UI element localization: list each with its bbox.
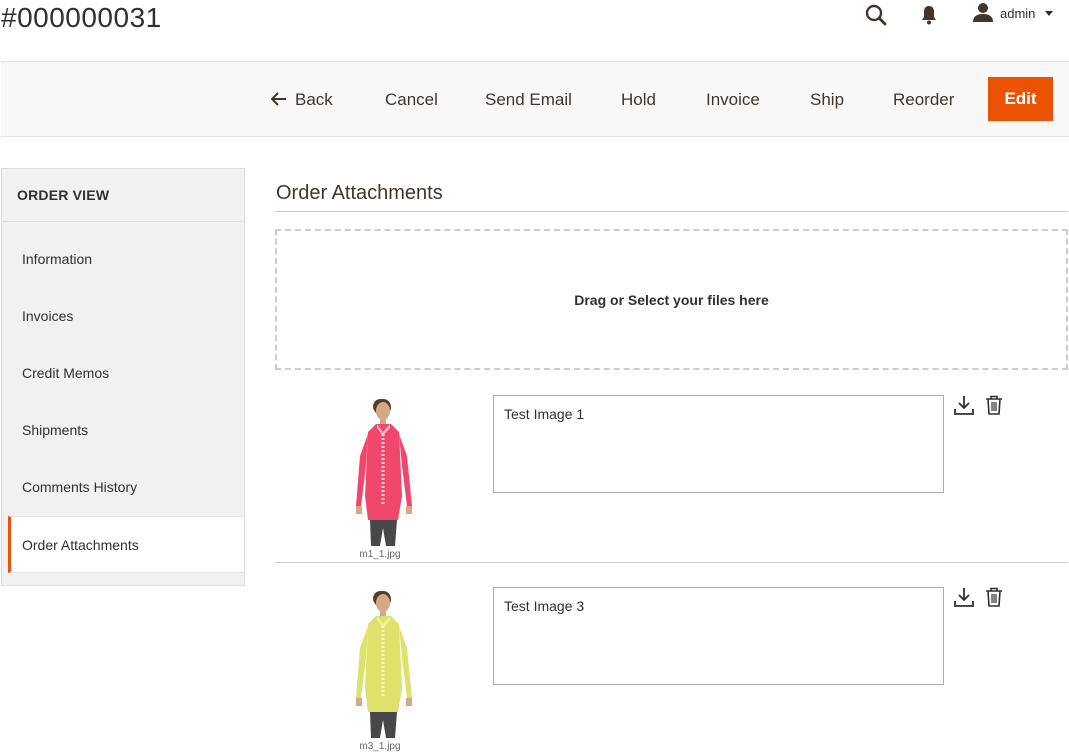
hold-button[interactable]: Hold — [621, 89, 656, 111]
search-icon[interactable] — [864, 3, 888, 27]
sidebar-item-label: Order Attachments — [22, 537, 139, 553]
download-icon[interactable] — [953, 586, 975, 608]
user-icon — [972, 2, 994, 25]
sidebar-item-information[interactable]: Information — [2, 231, 244, 288]
send-email-button[interactable]: Send Email — [485, 89, 572, 111]
sidebar-item-label: Shipments — [22, 422, 89, 438]
admin-account-menu[interactable]: admin — [972, 2, 1054, 25]
sidebar-item-order-attachments[interactable]: Order Attachments — [8, 516, 244, 573]
dropzone-text: Drag or Select your files here — [574, 291, 769, 308]
attachment-thumbnail[interactable] — [346, 588, 416, 738]
sidebar-title: ORDER VIEW — [17, 187, 110, 203]
sidebar-item-shipments[interactable]: Shipments — [2, 402, 244, 459]
back-button[interactable]: Back — [270, 89, 333, 112]
section-title: Order Attachments — [276, 182, 443, 204]
sidebar-item-label: Credit Memos — [22, 365, 110, 381]
sidebar-divider — [2, 221, 244, 222]
trash-icon[interactable] — [983, 586, 1005, 608]
cancel-button[interactable]: Cancel — [385, 89, 438, 111]
sidebar-item-label: Invoices — [22, 308, 74, 324]
invoice-button[interactable]: Invoice — [706, 89, 760, 111]
ship-button[interactable]: Ship — [810, 89, 844, 111]
admin-username: admin — [1000, 5, 1036, 21]
sidebar-item-credit-memos[interactable]: Credit Memos — [2, 345, 244, 402]
sidebar-item-label: Information — [22, 251, 93, 267]
sidebar-item-label: Comments History — [22, 479, 138, 495]
attachment-caption-input[interactable]: Test Image 3 — [493, 587, 944, 685]
arrow-left-icon — [270, 90, 287, 112]
attachment-thumbnail[interactable] — [346, 396, 416, 546]
edit-button[interactable]: Edit — [988, 77, 1053, 121]
sidebar-item-comments-history[interactable]: Comments History — [2, 459, 244, 516]
file-dropzone[interactable]: Drag or Select your files here — [275, 229, 1068, 370]
sidebar-item-invoices[interactable]: Invoices — [2, 288, 244, 345]
trash-icon[interactable] — [983, 394, 1005, 416]
page-title: #000000031 — [1, 2, 162, 33]
reorder-button[interactable]: Reorder — [893, 89, 954, 111]
chevron-down-icon — [1045, 10, 1054, 16]
attachment-filename: m1_1.jpg — [359, 549, 401, 560]
section-divider — [275, 211, 1068, 212]
download-icon[interactable] — [953, 394, 975, 416]
back-button-label: Back — [295, 90, 333, 109]
attachment-filename: m3_1.jpg — [359, 741, 401, 752]
attachment-divider — [275, 562, 1068, 563]
bell-icon[interactable] — [917, 3, 941, 27]
attachment-caption-input[interactable]: Test Image 1 — [493, 395, 944, 493]
